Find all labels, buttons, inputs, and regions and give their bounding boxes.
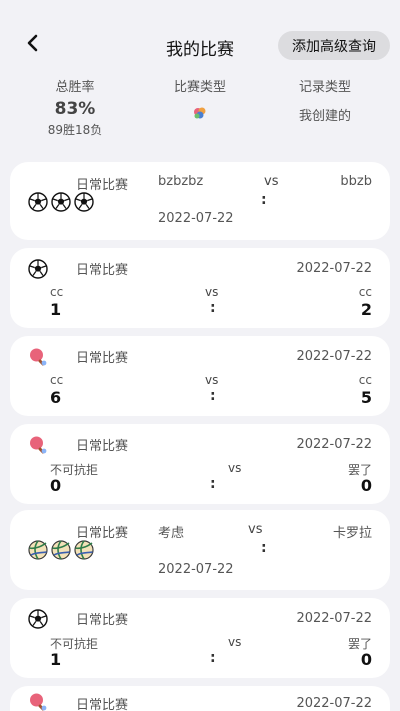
soccer-ball-icon — [51, 192, 71, 212]
soccer-ball-icon — [74, 192, 94, 212]
match-type-text: 日常比赛 — [76, 263, 129, 278]
sport-icons — [28, 259, 48, 279]
vs-label: vs — [248, 522, 263, 537]
table-tennis-icon — [28, 435, 48, 455]
score-separator: : — [261, 192, 267, 208]
match-type-text: 日常比赛 — [76, 698, 129, 711]
soccer-ball-icon — [28, 259, 48, 279]
score-left: 1 — [50, 650, 62, 669]
match-date: 2022-07-22 — [158, 211, 234, 226]
team-right-name: cc — [358, 285, 372, 299]
team-right-name: cc — [358, 373, 372, 387]
match-card[interactable]: 日常比赛 2022-07-22 cc vs cc 6 : 5 — [10, 336, 390, 416]
score-right: 0 — [360, 476, 372, 495]
record-type-value: 我创建的 — [298, 109, 351, 124]
score-left: 0 — [50, 476, 62, 495]
match-card[interactable]: 日常比赛 2022-07-22 不可抗拒 vs 罢了 0 : 0 — [10, 424, 390, 504]
score-separator: : — [210, 388, 216, 404]
win-rate-value: 83% — [54, 99, 96, 119]
score-separator: : — [210, 300, 216, 316]
top-bar: 我的比赛 添加高级查询 — [0, 0, 400, 64]
mixed-sports-icon — [194, 107, 206, 119]
team-left-name: cc — [50, 373, 64, 387]
soccer-ball-icon — [28, 609, 48, 629]
soccer-ball-icon — [28, 192, 48, 212]
match-date: 2022-07-22 — [158, 562, 234, 577]
sport-icons — [28, 435, 48, 455]
score-right: 2 — [360, 300, 372, 319]
sport-icons — [28, 609, 48, 629]
match-type-text: 日常比赛 — [76, 526, 129, 541]
match-date: 2022-07-22 — [296, 349, 372, 364]
score-right: 5 — [360, 388, 372, 407]
vs-label: vs — [228, 461, 242, 475]
match-type-filter[interactable]: 比赛类型 — [140, 76, 260, 125]
add-advanced-query-button[interactable]: 添加高级查询 — [278, 31, 390, 60]
vs-label: vs — [205, 285, 219, 299]
win-loss-record: 89胜18负 — [47, 123, 103, 137]
match-type-text: 日常比赛 — [76, 178, 129, 193]
match-type-text: 日常比赛 — [76, 613, 129, 628]
team-left-name: 考虑 — [158, 526, 185, 541]
score-left: 1 — [50, 300, 62, 319]
match-card[interactable]: 日常比赛 2022-07-22 cc vs cc 1 : 2 — [10, 248, 390, 328]
match-date: 2022-07-22 — [296, 261, 372, 276]
match-card[interactable]: 日常比赛 bzbzbz vs bbzb : 2022-07-22 — [10, 162, 390, 240]
score-separator: : — [210, 476, 216, 492]
sport-icons — [28, 192, 94, 212]
match-type-text: 日常比赛 — [76, 439, 129, 454]
team-right-name: 卡罗拉 — [332, 526, 372, 541]
match-date: 2022-07-22 — [296, 611, 372, 626]
table-tennis-icon — [28, 347, 48, 367]
back-button[interactable] — [22, 32, 44, 54]
match-date: 2022-07-22 — [296, 437, 372, 452]
match-type-text: 日常比赛 — [76, 351, 129, 366]
sport-icons — [28, 692, 48, 711]
team-right-name: bbzb — [340, 174, 372, 189]
match-date: 2022-07-22 — [296, 696, 372, 711]
chevron-left-icon — [27, 34, 38, 52]
score-separator: : — [210, 650, 216, 666]
record-type-label: 记录类型 — [298, 80, 351, 95]
match-card[interactable]: 日常比赛 2022-07-22 不可抗拒 vs 罢了 1 : 0 — [10, 598, 390, 678]
volleyball-icon — [28, 540, 48, 560]
team-left-name: cc — [50, 285, 64, 299]
score-right: 0 — [360, 650, 372, 669]
volleyball-icon — [74, 540, 94, 560]
vs-label: vs — [228, 635, 242, 649]
win-rate-label: 总胜率 — [55, 80, 95, 95]
sport-icons — [28, 347, 48, 367]
score-left: 6 — [50, 388, 62, 407]
match-card[interactable]: 日常比赛 2022-07-22 — [10, 686, 390, 711]
team-left-name: bzbzbz — [158, 174, 204, 189]
volleyball-icon — [51, 540, 71, 560]
win-rate-stat: 总胜率 83% 89胜18负 — [15, 76, 135, 138]
vs-label: vs — [264, 174, 279, 189]
table-tennis-icon — [28, 692, 48, 711]
score-separator: : — [261, 540, 267, 556]
match-type-label: 比赛类型 — [173, 80, 226, 95]
record-type-filter[interactable]: 记录类型 我创建的 — [265, 76, 385, 124]
sport-icons — [28, 540, 94, 560]
match-card[interactable]: 日常比赛 考虑 vs 卡罗拉 : 2022-07-22 — [10, 510, 390, 590]
stats-panel: 总胜率 83% 89胜18负 比赛类型 记录类型 我创建的 — [0, 64, 400, 154]
vs-label: vs — [205, 373, 219, 387]
